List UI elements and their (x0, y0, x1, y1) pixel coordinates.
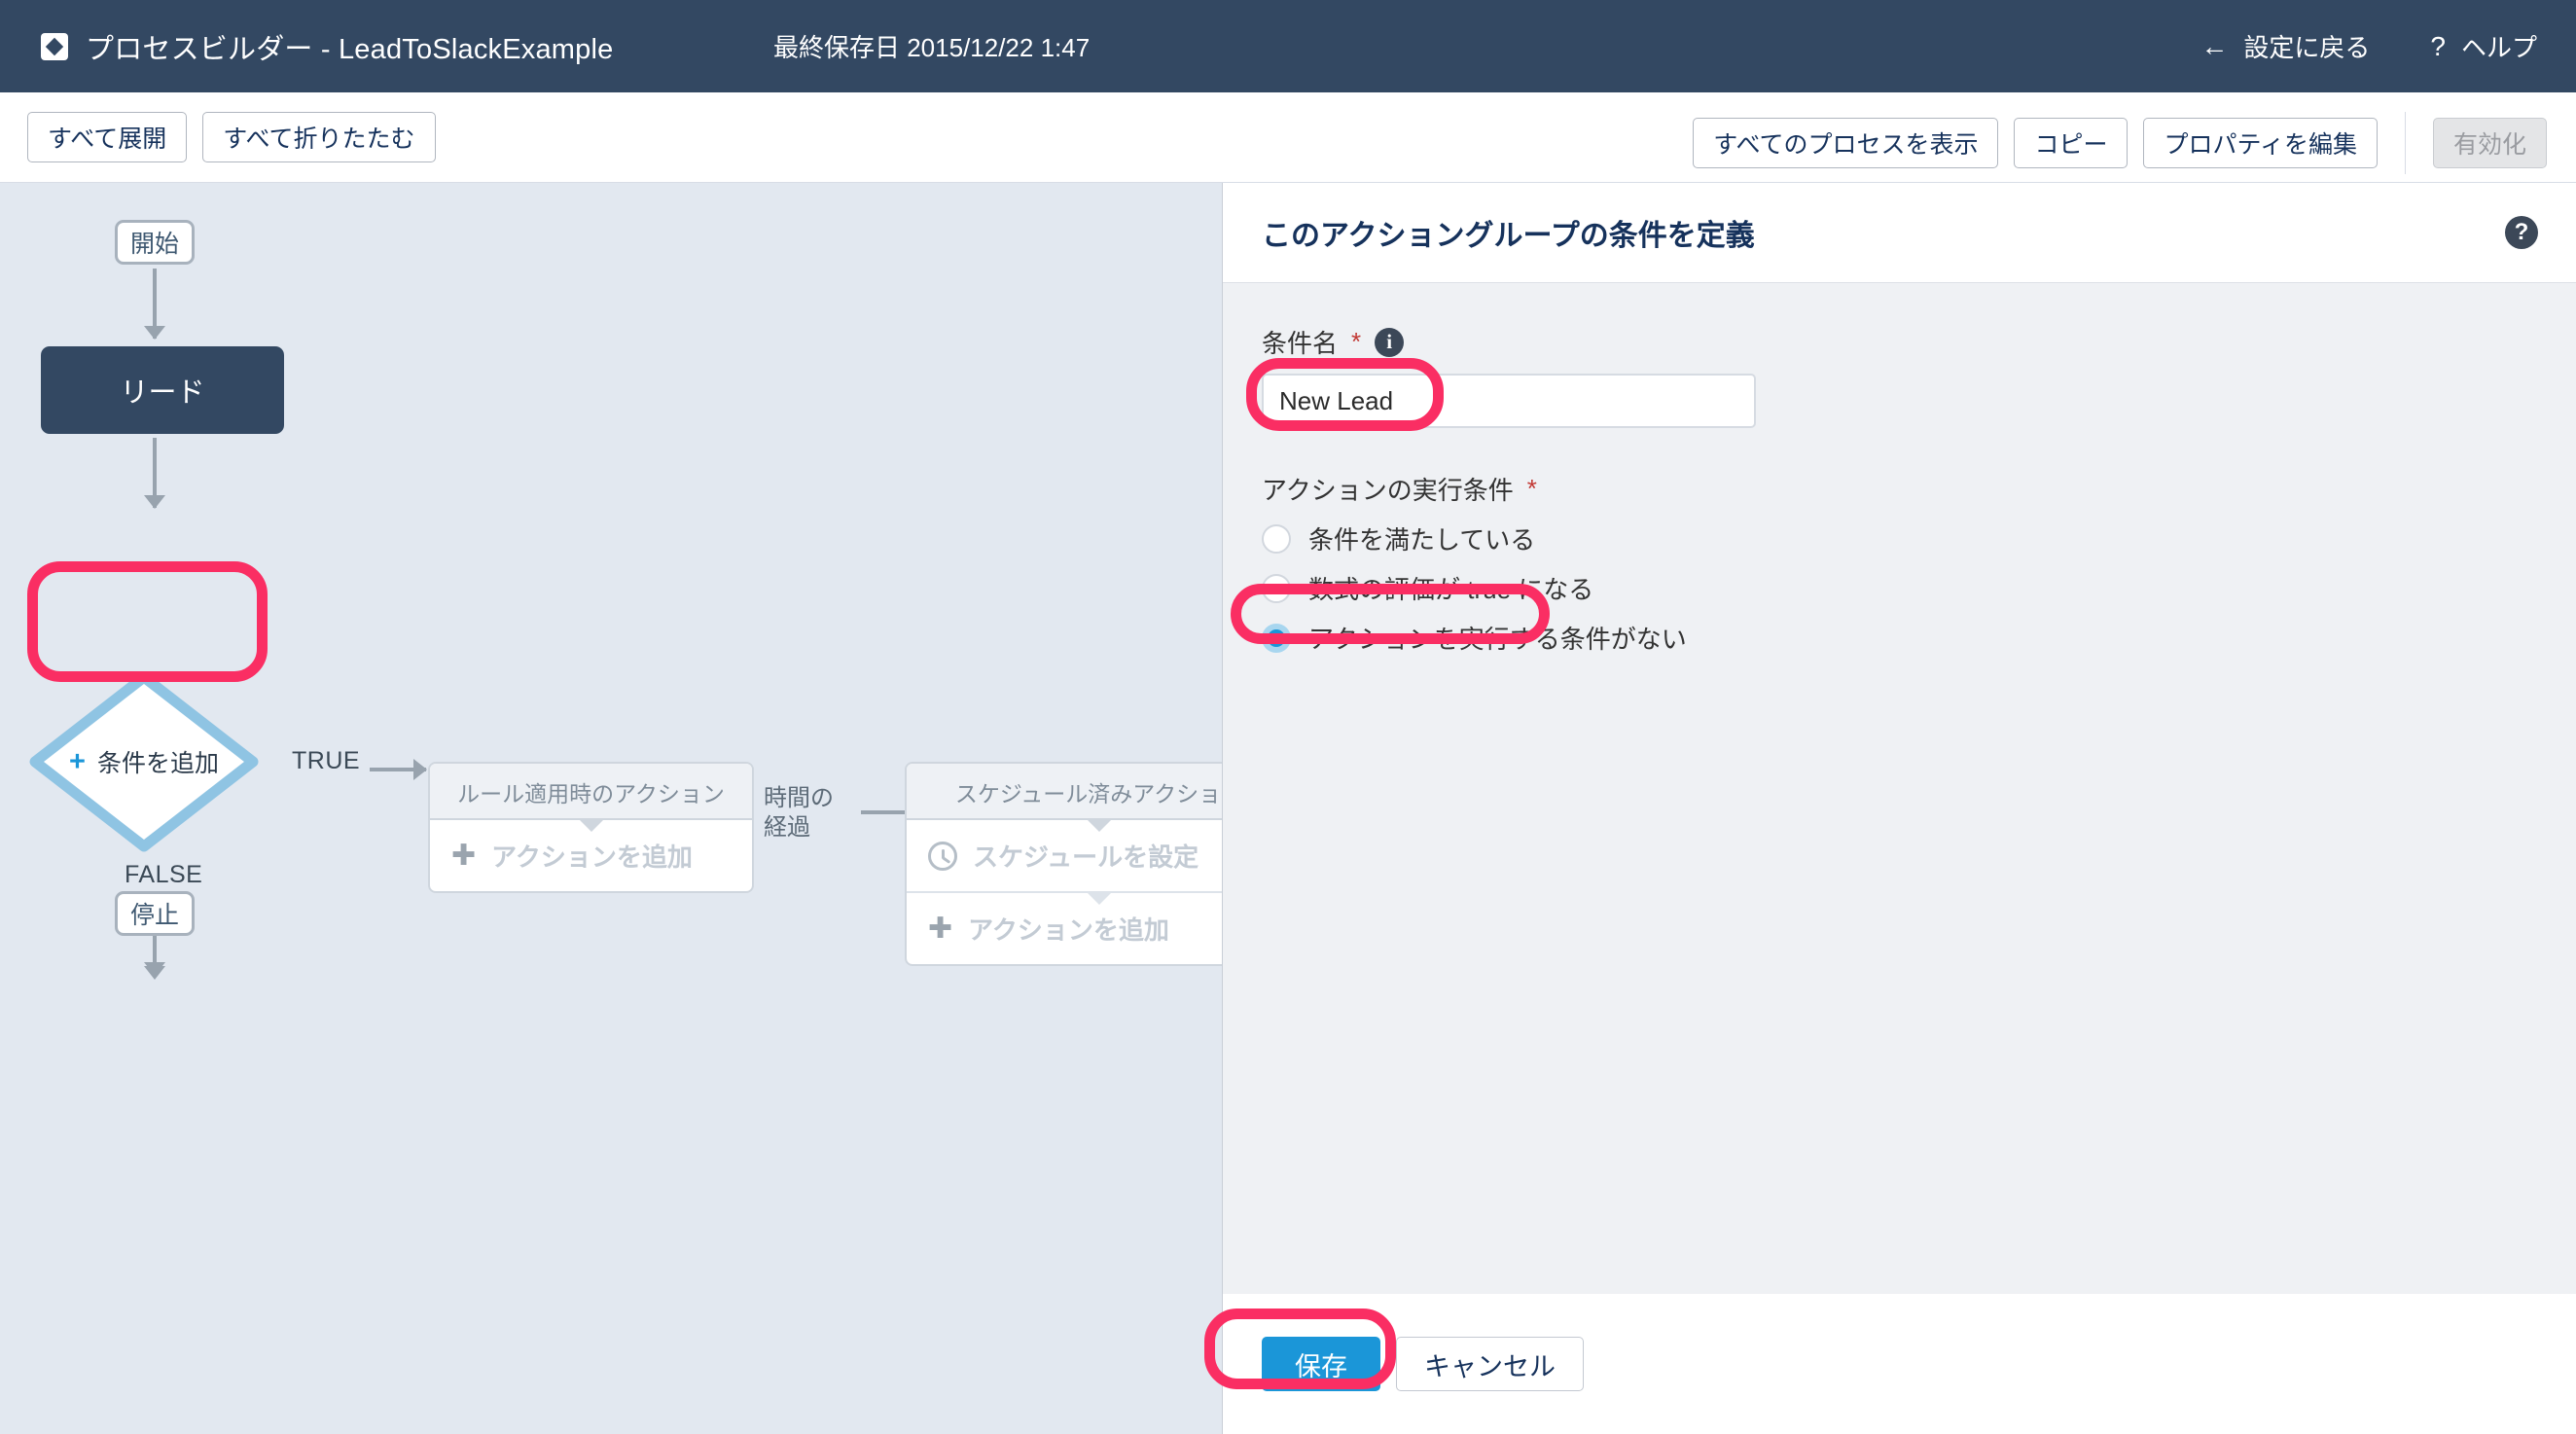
radio-button[interactable] (1262, 523, 1291, 554)
panel-body: 条件名 * i アクションの実行条件 * 条件を満たしている 数式の評価が tr… (1223, 283, 2576, 1294)
criteria-detail-panel: このアクショングループの条件を定義 ? 条件名 * i アクションの実行条件 *… (1222, 183, 2576, 1434)
radio-button-selected[interactable] (1262, 623, 1291, 653)
collapse-all-button[interactable]: すべて折りたたむ (202, 112, 436, 162)
radio-label: アクションを実行する条件がない (1308, 625, 1687, 654)
add-scheduled-action-label: アクションを追加 (968, 915, 1169, 945)
page-title: プロセスビルダー - LeadToSlackExample (86, 33, 614, 65)
header-right-group: ← 設定に戻る ? ヘルプ (2200, 0, 2537, 92)
process-builder-icon (41, 32, 68, 60)
save-button[interactable]: 保存 (1262, 1337, 1380, 1391)
view-all-processes-button[interactable]: すべてのプロセスを表示 (1693, 118, 1999, 168)
panel-header: このアクショングループの条件を定義 ? (1223, 183, 2576, 283)
process-canvas[interactable]: 開始 リード + 条件を追加 TRUE FALSE 停止 ルール適用時のアクショ… (0, 183, 1222, 1434)
immediate-actions-box[interactable]: ルール適用時のアクション ✚ アクションを追加 (428, 762, 754, 893)
connector-start-to-object (153, 269, 157, 339)
toolbar-divider (2404, 112, 2406, 174)
arrow-left-icon: ← (2200, 30, 2229, 61)
connector-object-to-criteria (153, 438, 157, 508)
immediate-actions-header: ルール適用時のアクション (430, 764, 752, 820)
panel-footer: 保存 キャンセル (1223, 1294, 2576, 1434)
expand-all-button[interactable]: すべて展開 (27, 112, 188, 162)
header-left-group: プロセスビルダー - LeadToSlackExample (41, 0, 613, 92)
time-elapsed-line2: 経過 (764, 814, 810, 841)
criteria-name-label: 条件名 (1262, 329, 1339, 358)
object-node-lead[interactable]: リード (41, 346, 284, 434)
scheduled-actions-header: スケジュール済みアクション (907, 764, 1222, 820)
panel-title: このアクショングループの条件を定義 (1262, 220, 1755, 252)
criteria-node[interactable]: + 条件を追加 (27, 669, 261, 854)
add-scheduled-action-button[interactable]: ✚ アクションを追加 (907, 893, 1222, 964)
help-link[interactable]: ? ヘルプ (2430, 28, 2537, 64)
time-elapsed-line1: 時間の (764, 785, 834, 811)
true-branch-label: TRUE (292, 747, 361, 774)
execute-conditions-group: アクションの実行条件 * 条件を満たしている 数式の評価が true になる ア… (1262, 471, 2538, 656)
add-immediate-action-label: アクションを追加 (491, 842, 693, 872)
radio-option-conditions-met[interactable]: 条件を満たしている (1262, 520, 2538, 556)
help-icon[interactable]: ? (2505, 216, 2538, 249)
required-asterisk: * (1351, 327, 1362, 356)
false-branch-label: FALSE (125, 861, 203, 888)
start-node[interactable]: 開始 (115, 220, 195, 265)
time-elapsed-label: 時間の 経過 (764, 784, 834, 842)
set-schedule-label: スケジュールを設定 (973, 842, 1199, 872)
clock-icon (928, 841, 957, 871)
execute-conditions-label-row: アクションの実行条件 * (1262, 471, 2538, 507)
question-mark-icon: ? (2430, 30, 2446, 61)
scheduled-actions-divider (907, 891, 1222, 893)
criteria-name-input[interactable] (1262, 374, 1756, 428)
radio-label: 条件を満たしている (1308, 525, 1536, 555)
radio-option-formula-true[interactable]: 数式の評価が true になる (1262, 570, 2538, 606)
radio-button[interactable] (1262, 573, 1291, 603)
execute-conditions-label: アクションの実行条件 (1262, 476, 1514, 505)
plus-icon: ✚ (451, 839, 477, 872)
radio-option-no-criteria[interactable]: アクションを実行する条件がない (1262, 620, 2538, 656)
stop-node[interactable]: 停止 (115, 891, 195, 936)
criteria-name-label-row: 条件名 * i (1262, 324, 2538, 360)
edit-properties-button[interactable]: プロパティを編集 (2143, 118, 2378, 168)
set-schedule-button[interactable]: スケジュールを設定 (907, 820, 1222, 891)
cancel-button[interactable]: キャンセル (1396, 1337, 1584, 1391)
criteria-node-text: 条件を追加 (96, 750, 219, 777)
required-asterisk: * (1526, 474, 1537, 503)
scheduled-actions-box[interactable]: スケジュール済みアクション スケジュールを設定 ✚ アクションを追加 (905, 762, 1222, 966)
activate-button[interactable]: 有効化 (2432, 118, 2547, 168)
info-icon[interactable]: i (1375, 327, 1405, 357)
radio-label: 数式の評価が true になる (1308, 575, 1594, 604)
process-builder-screen: プロセスビルダー - LeadToSlackExample 最終保存日 2015… (0, 0, 2576, 1434)
toolbar-left-group: すべて展開 すべて折りたたむ (27, 112, 436, 162)
toolbar: すべて展開 すべて折りたたむ すべてのプロセスを表示 コピー プロパティを編集 … (0, 92, 2576, 183)
plus-icon: ✚ (928, 912, 953, 945)
back-to-setup-link[interactable]: ← 設定に戻る (2200, 28, 2370, 64)
criteria-node-add-label[interactable]: + 条件を追加 (27, 669, 261, 854)
connector-true-branch (370, 768, 426, 771)
plus-icon: + (69, 745, 86, 777)
clone-button[interactable]: コピー (2014, 118, 2129, 168)
app-header: プロセスビルダー - LeadToSlackExample 最終保存日 2015… (0, 0, 2576, 92)
back-to-setup-label: 設定に戻る (2243, 33, 2371, 62)
help-label: ヘルプ (2460, 33, 2537, 62)
last-saved-text: 最終保存日 2015/12/22 1:47 (773, 33, 1091, 62)
toolbar-right-group: すべてのプロセスを表示 コピー プロパティを編集 有効化 (1693, 112, 2547, 174)
